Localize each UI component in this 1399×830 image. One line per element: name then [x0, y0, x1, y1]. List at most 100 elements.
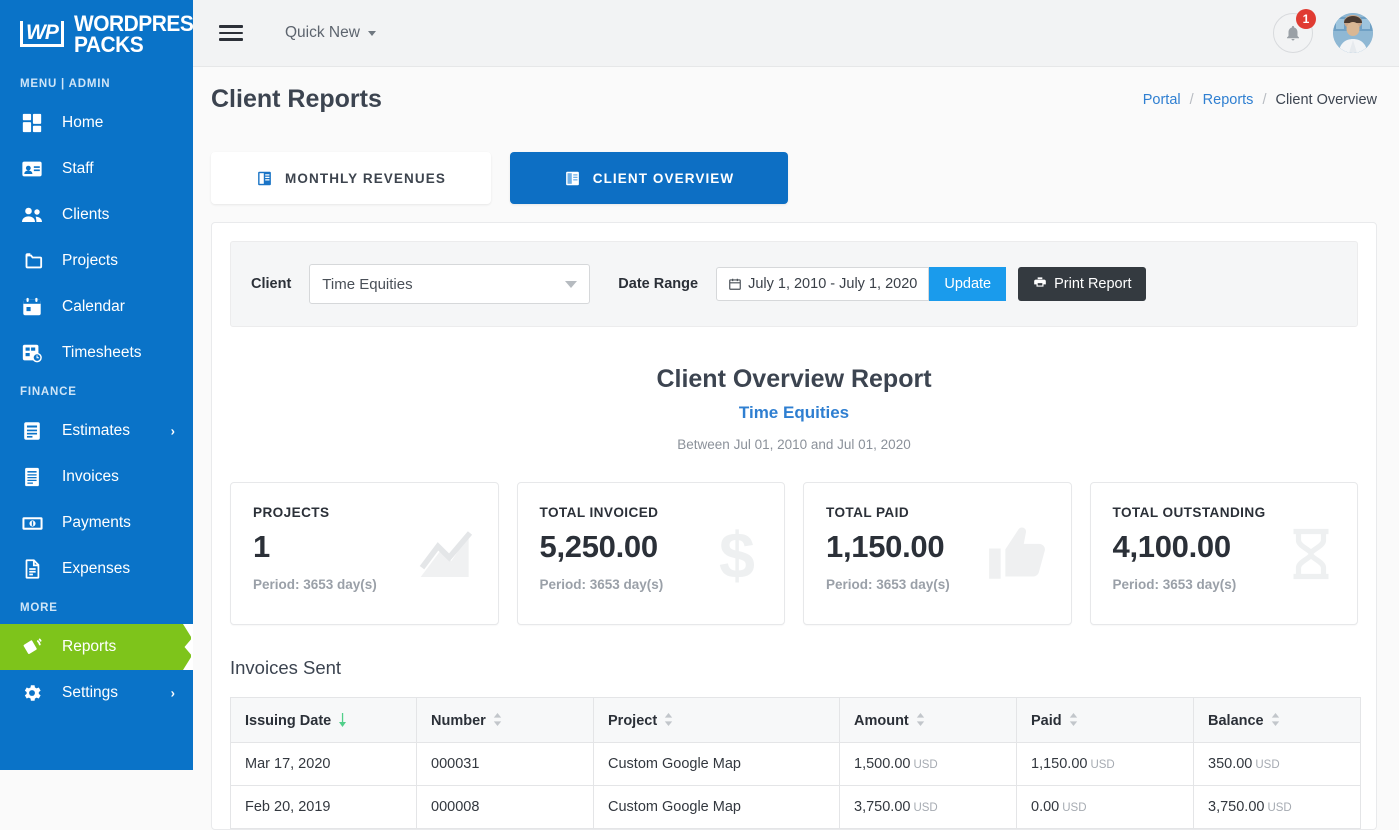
- invoice-icon: [20, 465, 44, 489]
- stat-card: TOTAL PAID1,150.00Period: 3653 day(s): [803, 482, 1072, 625]
- sidebar-item-projects[interactable]: Projects: [0, 238, 193, 284]
- sidebar-item-home[interactable]: Home: [0, 100, 193, 146]
- cell-number: 000008: [417, 786, 594, 829]
- stat-value: 1: [253, 529, 478, 565]
- gear-icon: [20, 681, 44, 705]
- currency-label: USD: [913, 802, 937, 814]
- timesheet-icon: [20, 341, 44, 365]
- stat-period: Period: 3653 day(s): [1113, 577, 1338, 592]
- calendar-icon: [728, 277, 742, 291]
- brand-logo[interactable]: WP WORDPRESS PACKS: [0, 0, 193, 68]
- stat-card: TOTAL OUTSTANDING 4,100.00 Period: 3653 da…: [1090, 482, 1359, 625]
- tab-client-overview[interactable]: CLIENT OVERVIEW: [510, 152, 788, 204]
- table-body: Mar 17, 2020000031Custom Google Map1,500…: [231, 743, 1361, 829]
- sort-icon[interactable]: [664, 713, 673, 730]
- tab-label: MONTHLY REVENUES: [285, 171, 446, 186]
- update-button[interactable]: Update: [929, 267, 1006, 301]
- stat-card: TOTAL INVOICED5,250.00Period: 3653 day(s…: [517, 482, 786, 625]
- currency-label: USD: [1255, 759, 1279, 771]
- sidebar-item-payments[interactable]: Payments: [0, 500, 193, 546]
- breadcrumb-item[interactable]: Portal: [1143, 92, 1181, 108]
- column-header-label: Balance: [1208, 713, 1264, 729]
- stat-card: PROJECTS1Period: 3653 day(s): [230, 482, 499, 625]
- table-header-row: Issuing DateNumberProject Amount Paid Balan…: [231, 698, 1361, 743]
- cell-balance: 3,750.00USD: [1194, 786, 1361, 829]
- sidebar-item-staff[interactable]: Staff: [0, 146, 193, 192]
- currency-label: USD: [1090, 759, 1114, 771]
- hamburger-icon[interactable]: [219, 21, 243, 45]
- column-header-amount[interactable]: Amount: [840, 698, 1017, 743]
- column-header-paid[interactable]: Paid: [1017, 698, 1194, 743]
- date-range-label: Date Range: [618, 276, 698, 292]
- stat-label: TOTAL OUTSTANDING: [1113, 505, 1338, 520]
- page-title: Client Reports: [211, 85, 382, 114]
- cell-date: Mar 17, 2020: [231, 743, 417, 786]
- date-range-value: July 1, 2010 - July 1, 2020: [748, 276, 917, 292]
- stat-label: TOTAL INVOICED: [540, 505, 765, 520]
- cell-project: Custom Google Map: [594, 743, 840, 786]
- sidebar-item-settings[interactable]: Settings›: [0, 670, 193, 716]
- client-select[interactable]: Time Equities: [309, 264, 590, 304]
- print-report-button[interactable]: Print Report: [1018, 267, 1146, 301]
- expense-icon: [20, 557, 44, 581]
- stat-value: 5,250.00: [540, 529, 765, 565]
- sort-icon[interactable]: [916, 713, 925, 730]
- printer-icon: [1033, 275, 1047, 293]
- report-doc-icon: [256, 170, 273, 187]
- currency-label: USD: [1267, 802, 1291, 814]
- breadcrumb-item: Client Overview: [1275, 92, 1377, 108]
- report-client-link[interactable]: Time Equities: [212, 403, 1376, 423]
- sidebar-item-expenses[interactable]: Expenses: [0, 546, 193, 592]
- column-header-number[interactable]: Number: [417, 698, 594, 743]
- currency-label: USD: [1062, 802, 1086, 814]
- sidebar-item-label: Payments: [62, 514, 131, 532]
- sidebar-item-invoices[interactable]: Invoices: [0, 454, 193, 500]
- users-icon: [20, 203, 44, 227]
- avatar[interactable]: [1333, 13, 1373, 53]
- sidebar-item-label: Home: [62, 114, 103, 132]
- dashboard-icon: [20, 111, 44, 135]
- brand-line2: PACKS: [74, 34, 193, 55]
- table-row[interactable]: Feb 20, 2019000008Custom Google Map3,750…: [231, 786, 1361, 829]
- sort-icon[interactable]: [493, 713, 502, 730]
- sidebar-item-clients[interactable]: Clients: [0, 192, 193, 238]
- sidebar-item-label: Invoices: [62, 468, 119, 486]
- brand-mark: WP: [20, 21, 64, 47]
- cell-value: 0.00: [1031, 799, 1059, 815]
- column-header-project[interactable]: Project: [594, 698, 840, 743]
- sidebar-item-timesheets[interactable]: Timesheets: [0, 330, 193, 376]
- avatar-image: [1333, 13, 1373, 53]
- cell-date: Feb 20, 2019: [231, 786, 417, 829]
- currency-label: USD: [913, 759, 937, 771]
- column-header-balance[interactable]: Balance: [1194, 698, 1361, 743]
- notifications-button[interactable]: 1: [1273, 13, 1313, 53]
- column-header-issuing-date[interactable]: Issuing Date: [231, 698, 417, 743]
- sidebar-item-label: Timesheets: [62, 344, 142, 362]
- sidebar-item-calendar[interactable]: Calendar: [0, 284, 193, 330]
- sidebar-section-label: MORE: [0, 592, 193, 624]
- sidebar-section-label: FINANCE: [0, 376, 193, 408]
- invoices-table: Issuing DateNumberProject Amount Paid Balan…: [230, 697, 1361, 829]
- folder-icon: [20, 249, 44, 273]
- cell-value: 3,750.00: [1208, 799, 1264, 815]
- payment-icon: [20, 511, 44, 535]
- table-row[interactable]: Mar 17, 2020000031Custom Google Map1,500…: [231, 743, 1361, 786]
- sidebar-item-label: Settings: [62, 684, 118, 702]
- quick-new-menu[interactable]: Quick New: [285, 24, 376, 42]
- cell-value: 3,750.00: [854, 799, 910, 815]
- sort-icon[interactable]: [1271, 713, 1280, 730]
- sidebar-item-estimates[interactable]: Estimates›: [0, 408, 193, 454]
- tab-monthly-revenues[interactable]: MONTHLY REVENUES: [211, 152, 491, 204]
- print-report-label: Print Report: [1054, 276, 1131, 292]
- stat-value: 4,100.00: [1113, 529, 1338, 565]
- sidebar-item-reports[interactable]: Reports: [0, 624, 193, 670]
- sidebar-nav: MENU | ADMINHomeStaffClientsProjectsCale…: [0, 68, 193, 716]
- sort-icon[interactable]: [1069, 713, 1078, 730]
- column-header-label: Amount: [854, 713, 909, 729]
- sidebar-item-label: Staff: [62, 160, 94, 178]
- sort-desc-icon[interactable]: [338, 713, 347, 731]
- breadcrumb-item[interactable]: Reports: [1203, 92, 1254, 108]
- report-doc-icon: [564, 170, 581, 187]
- client-select-value: Time Equities: [322, 276, 412, 293]
- date-range-input[interactable]: July 1, 2010 - July 1, 2020: [716, 267, 929, 301]
